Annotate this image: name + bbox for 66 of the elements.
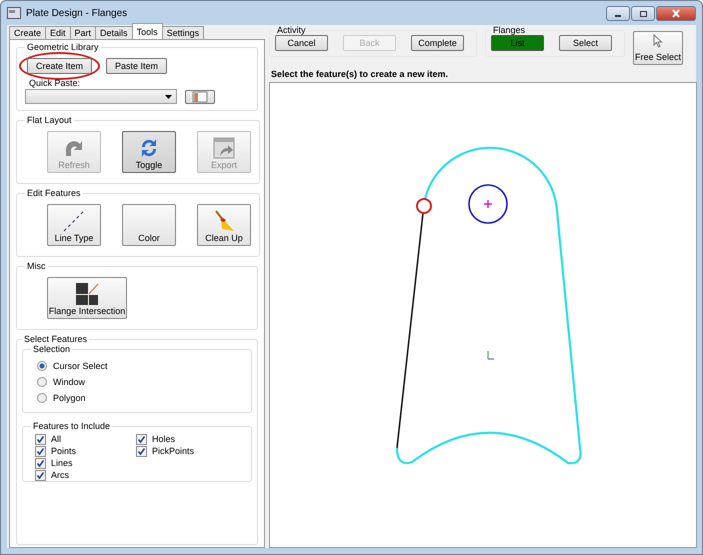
tab[interactable]: Edit (45, 26, 71, 39)
checkbox[interactable] (35, 434, 46, 444)
radio-button[interactable] (37, 377, 47, 387)
checkbox-label: All (51, 434, 62, 444)
checkbox-label: Lines (51, 458, 73, 468)
tool-button[interactable]: Line Type (47, 204, 101, 246)
window-title: Plate Design - Flanges (26, 8, 128, 18)
endpoint-marker (416, 198, 432, 214)
checkbox-label: Arcs (51, 470, 69, 480)
group-title: Activity (276, 25, 307, 35)
maximize-button[interactable] (631, 6, 655, 21)
action-button[interactable]: Paste Item (106, 58, 168, 74)
group-title: Flanges (492, 25, 526, 35)
mode-button[interactable]: Select (559, 35, 612, 51)
close-button[interactable] (656, 6, 696, 21)
free-select-button[interactable]: Free Select (633, 31, 683, 65)
tool-button[interactable]: Clean Up (197, 204, 251, 246)
tab[interactable]: Part (70, 26, 96, 39)
app-icon (7, 7, 21, 19)
checkbox-label: PickPoints (152, 446, 194, 456)
group-title: Select Features (23, 334, 88, 344)
close-icon (670, 9, 682, 18)
group-title: Edit Features (26, 188, 82, 198)
tab[interactable]: Tools (132, 23, 163, 39)
hole-circle (468, 184, 508, 224)
tab[interactable]: Settings (162, 26, 204, 39)
tool-button[interactable]: Color (122, 204, 176, 246)
instruction-text: Select the feature(s) to create a new item. (270, 68, 450, 81)
cursor-icon (653, 34, 663, 48)
checkbox-label: Points (51, 446, 76, 456)
group-title: Geometric Library (26, 42, 100, 52)
checkbox[interactable] (35, 470, 46, 480)
tool-button[interactable]: Toggle (122, 131, 176, 173)
action-button[interactable]: Cancel (275, 35, 328, 51)
option-label: Polygon (53, 393, 86, 403)
maximize-icon (638, 10, 648, 18)
checkbox[interactable] (35, 446, 46, 456)
field-label: Quick Paste: (29, 78, 82, 88)
tool-button[interactable]: Flange Intersection (47, 277, 127, 319)
mode-button[interactable]: List (491, 35, 544, 51)
option-label: Cursor Select (53, 361, 108, 371)
option-label: Window (53, 377, 86, 387)
checkbox[interactable] (136, 446, 148, 456)
group-title: Features to Include (32, 421, 112, 431)
radio-button[interactable] (37, 361, 47, 371)
export-icon (212, 136, 236, 160)
squares-icon (75, 282, 99, 306)
tab[interactable]: Details (95, 26, 133, 39)
minimize-button[interactable] (606, 6, 630, 21)
dropdown-arrow-icon (165, 94, 172, 98)
tab[interactable]: Create (9, 26, 46, 39)
dropdown-field[interactable] (25, 89, 177, 104)
center-mark (483, 199, 493, 209)
radio-button[interactable] (37, 393, 47, 403)
group-title: Flat Layout (26, 115, 73, 125)
checkbox[interactable] (136, 434, 148, 444)
checkbox-label: Holes (152, 434, 176, 444)
group-title: Misc (26, 261, 46, 271)
group-title: Selection (32, 344, 72, 354)
action-button[interactable]: Create Item (27, 58, 92, 74)
checkbox[interactable] (35, 458, 46, 468)
action-button[interactable]: Complete (411, 35, 464, 51)
paste-button[interactable] (185, 90, 215, 104)
axis-marker (488, 350, 494, 360)
clipboard-icon (192, 90, 208, 102)
dashed-line-icon (62, 209, 86, 233)
